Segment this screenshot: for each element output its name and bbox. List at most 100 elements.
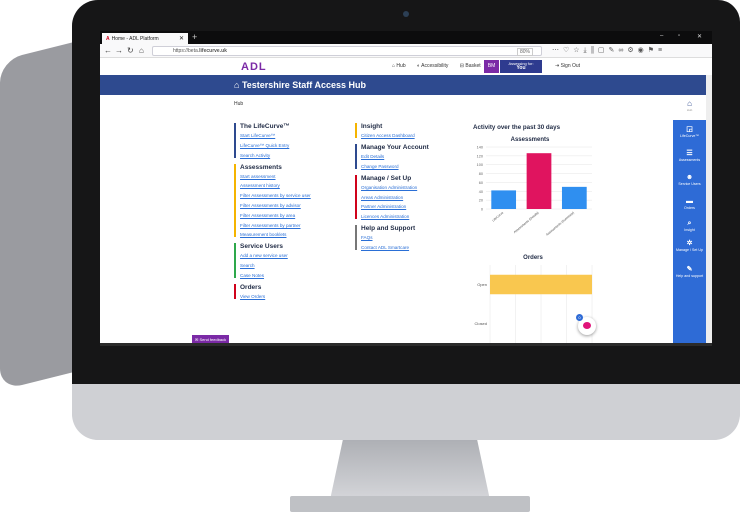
link-organisation-administration[interactable]: Organisation Administration xyxy=(361,185,455,190)
scrollbar[interactable] xyxy=(706,75,712,346)
link-filter-assessments-by-partner[interactable]: Filter Assessments by partner xyxy=(240,223,334,228)
link-filter-assessments-by-service-user[interactable]: Filter Assessments by service user xyxy=(240,193,334,198)
rail-item-orders[interactable]: ▬ Orders xyxy=(673,198,706,210)
rail-item-lifecurve[interactable]: ◲ LifeCurve™ xyxy=(673,126,706,138)
section-heading: Manage / Set Up xyxy=(361,174,412,182)
new-tab-button[interactable]: + xyxy=(192,32,197,42)
hub-column-middle: Insight Citizen Access Dashboard Manage Yo… xyxy=(355,123,455,256)
hub-link[interactable]: ⌂ Hub xyxy=(392,63,411,69)
monitor-base xyxy=(290,496,530,512)
y-tick-label: 0 xyxy=(481,208,483,212)
reload-icon[interactable]: ↻ xyxy=(127,46,134,55)
link-edit-details[interactable]: Edit Details xyxy=(361,154,455,159)
link-faqs[interactable]: FAQs xyxy=(361,235,455,240)
rail-item-label: Assessments xyxy=(678,158,701,162)
section-assessments: Assessments Start assessment Assessment hi… xyxy=(234,163,334,238)
link-contact-adl-smartcare[interactable]: Contact ADL Smartcare xyxy=(361,245,455,250)
link-add-a-new-service-user[interactable]: Add a new service user xyxy=(240,253,334,258)
y-tick-label: 60 xyxy=(479,181,483,185)
y-tick-label: 140 xyxy=(477,146,483,150)
link-measurement-booklets[interactable]: Measurement booklets xyxy=(240,232,334,237)
link-search[interactable]: Search xyxy=(240,263,334,268)
maximize-button[interactable]: ▫ xyxy=(678,33,680,39)
basket-link[interactable]: ⊟ Basket xyxy=(460,63,486,69)
section-help-and-support: Help and Support FAQs Contact ADL Smartcar… xyxy=(355,225,455,250)
bar-assessments-summary xyxy=(561,186,587,209)
section-heading: Assessments xyxy=(240,163,282,171)
link-start-lifecurve[interactable]: Start LifeCurve™ xyxy=(240,133,334,138)
minimize-button[interactable]: – xyxy=(660,33,663,39)
x-tick-label: Assessments (Details) xyxy=(513,211,540,234)
activity-title: Activity over the past 30 days xyxy=(473,124,561,131)
url-bar[interactable]: https://beta.lifecurve.uk 80% xyxy=(152,46,542,56)
hub-banner: ⌂ Testershire Staff Access Hub xyxy=(100,75,706,95)
assessing-for-value: You xyxy=(516,65,526,71)
assessing-for-badge[interactable]: Assessing for: You xyxy=(500,60,542,73)
forward-icon[interactable]: → xyxy=(115,46,123,55)
url-prefix: https://beta. xyxy=(173,48,200,54)
rail-item-service-users[interactable]: ☻ Service Users xyxy=(673,174,706,186)
link-assessment-history[interactable]: Assessment history xyxy=(240,183,334,188)
toolbar-icons[interactable]: ⋯♡☆⤓⫼▢✎∞⚙◉⚑≡ xyxy=(552,46,666,55)
y-tick-label: 40 xyxy=(479,190,483,194)
section-heading: Manage Your Account xyxy=(361,144,429,151)
link-filter-assessments-by-area[interactable]: Filter Assessments by area xyxy=(240,213,334,218)
back-icon[interactable]: ← xyxy=(104,46,112,55)
browser-tab-bar: A Home - ADL Platform ✕ + – ▫ ✕ xyxy=(100,31,712,44)
rail-item-label: LifeCurve™ xyxy=(680,134,699,138)
rail-orders-icon: ▬ xyxy=(686,198,693,205)
section-service-users: Service Users Add a new service user Searc… xyxy=(234,243,334,278)
section-accent-bar xyxy=(234,243,236,278)
rail-service-users-icon: ☻ xyxy=(685,174,694,181)
rail-item-label: Orders xyxy=(684,206,695,210)
rail-lifecurve-icon: ◲ xyxy=(686,126,693,133)
link-filter-assessments-by-advisor[interactable]: Filter Assessments by advisor xyxy=(240,203,334,208)
rail-item-label: Manage / Set Up xyxy=(676,248,703,252)
rail-item-label: Insight xyxy=(684,228,695,232)
rail-item-manage-set-up[interactable]: ✲ Manage / Set Up xyxy=(673,240,706,252)
link-lifecurve-quick-entry[interactable]: LifeCurve™ Quick Entry xyxy=(240,143,334,148)
send-feedback-label: Send feedback xyxy=(199,337,227,342)
link-change-password[interactable]: Change Password xyxy=(361,164,455,169)
hub-link-label: Hub xyxy=(396,63,406,69)
y-tick-label: 80 xyxy=(479,172,483,176)
zoom-level[interactable]: 80% xyxy=(516,48,533,56)
link-licences-administration[interactable]: Licences Administration xyxy=(361,214,455,219)
sign-out-label: Sign Out xyxy=(560,63,581,69)
x-tick-label: Assessments (Summary) xyxy=(545,211,575,237)
rail-hub-button[interactable]: ⌂ Hub xyxy=(673,99,706,117)
screen: A Home - ADL Platform ✕ + – ▫ ✕ ← → ↻ ⌂ h… xyxy=(100,31,712,346)
close-window-button[interactable]: ✕ xyxy=(697,33,702,40)
browser-tab[interactable]: A Home - ADL Platform ✕ xyxy=(102,33,188,44)
y-tick-label: Closed xyxy=(475,321,487,326)
link-areas-administration[interactable]: Areas Administration xyxy=(361,195,455,200)
adl-logo[interactable]: ADL xyxy=(241,61,267,73)
hub-column-left: The LifeCurve™ Start LifeCurve™ LifeCurve™… xyxy=(234,123,334,305)
section-heading: Insight xyxy=(361,123,383,130)
link-case-notes[interactable]: Case Notes xyxy=(240,273,334,278)
sign-out-link[interactable]: ⇥ Sign Out xyxy=(555,63,580,69)
rail-insight-icon: ⌕ xyxy=(687,220,692,227)
page-title-text: Testershire Staff Access Hub xyxy=(241,80,366,90)
rail-manage-set-up-icon: ✲ xyxy=(686,240,693,247)
link-start-assessment[interactable]: Start assessment xyxy=(240,174,334,179)
breadcrumb[interactable]: Hub xyxy=(234,101,243,107)
close-tab-icon[interactable]: ✕ xyxy=(179,35,184,42)
rail-item-help-and-support[interactable]: ✎ Help and support xyxy=(673,266,706,278)
bar-open xyxy=(490,274,592,295)
section-accent-bar xyxy=(355,174,357,220)
assessments-chart-svg: Assessments 0 20 40 60 80 100 120 140 LifeCurve As… xyxy=(477,137,592,237)
link-view-orders[interactable]: View Orders xyxy=(240,294,334,299)
link-search-activity[interactable]: Search Activity xyxy=(240,153,334,158)
y-tick-label: 100 xyxy=(477,163,483,167)
section-manage-your-account: Manage Your Account Edit Details Change Pa… xyxy=(355,144,455,169)
rail-item-insight[interactable]: ⌕ Insight xyxy=(673,220,706,232)
avatar[interactable]: BM xyxy=(484,60,499,73)
chat-button[interactable]: 0 xyxy=(576,314,596,335)
home-browser-icon[interactable]: ⌂ xyxy=(139,46,144,55)
rail-item-assessments[interactable]: ☰ Assessments xyxy=(673,150,706,162)
link-partner-administration[interactable]: Partner Administration xyxy=(361,204,455,209)
accessibility-link[interactable]: ◐ Accessibility xyxy=(417,63,453,69)
section-accent-bar xyxy=(234,283,236,299)
link-citizen-access-dashboard[interactable]: Citizen Access Dashboard xyxy=(361,133,455,138)
